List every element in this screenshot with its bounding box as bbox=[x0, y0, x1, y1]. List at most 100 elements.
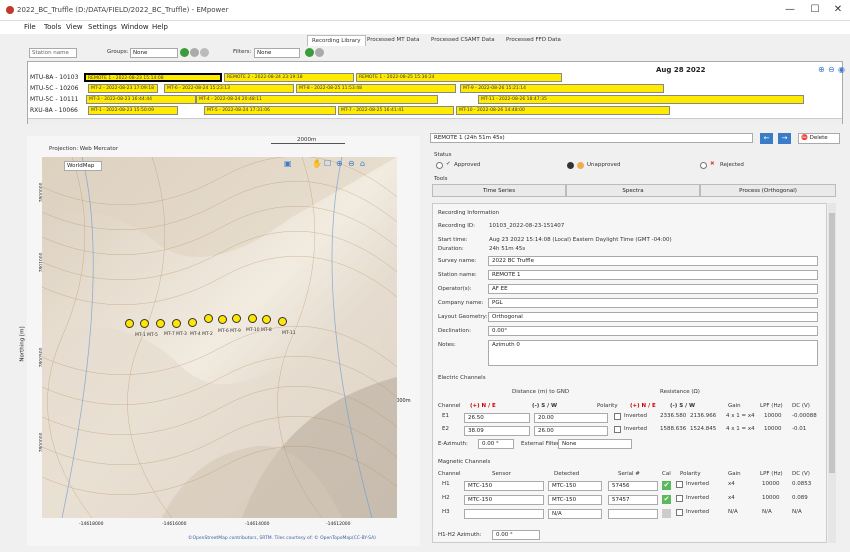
add-filter-icon[interactable] bbox=[305, 48, 314, 57]
menu-view[interactable]: View bbox=[66, 23, 83, 31]
e-minus-distance-input[interactable]: 20.00 bbox=[534, 413, 608, 423]
recording-bar[interactable]: REMOTE 2 - 2022-08-24 23:19:18 bbox=[224, 73, 354, 82]
station-marker[interactable] bbox=[156, 319, 165, 328]
filters-select[interactable]: None bbox=[254, 48, 300, 58]
timeline-scrollbar[interactable] bbox=[28, 118, 842, 124]
station-marker[interactable] bbox=[172, 319, 181, 328]
h-serial-input[interactable] bbox=[608, 509, 658, 519]
menu-window[interactable]: Window bbox=[121, 23, 149, 31]
tab-processed-ffd[interactable]: Processed FFD Data bbox=[502, 35, 565, 46]
zoom-out-icon[interactable]: ⊖ bbox=[348, 159, 355, 168]
home-icon[interactable]: ⌂ bbox=[360, 159, 365, 168]
detail-scroll-area[interactable] bbox=[432, 203, 827, 543]
external-filter-select[interactable]: None bbox=[558, 439, 632, 449]
station-row-label[interactable]: MTU-5C - 10206 bbox=[28, 84, 85, 93]
recording-bar[interactable]: MT-3 - 2022-08-23 16:44:44 bbox=[86, 95, 196, 104]
recording-bar[interactable]: MT-6 - 2022-08-24 15:23:13 bbox=[164, 84, 294, 93]
next-recording-button[interactable]: → bbox=[778, 133, 791, 144]
notes-textarea[interactable]: Azimuth 0 bbox=[488, 340, 818, 366]
close-button[interactable]: ✕ bbox=[826, 3, 850, 17]
h-serial-input[interactable]: 57457 bbox=[608, 495, 658, 505]
h-serial-input[interactable]: 57456 bbox=[608, 481, 658, 491]
remove-group-icon[interactable] bbox=[200, 48, 209, 57]
station-marker[interactable] bbox=[188, 318, 197, 327]
station-row-label[interactable]: MTU-8A - 10103 bbox=[28, 73, 85, 82]
pan-icon[interactable]: ✋ bbox=[312, 159, 322, 168]
basemap-select[interactable]: WorldMap bbox=[64, 161, 102, 171]
edit-filter-icon[interactable] bbox=[315, 48, 324, 57]
h-inverted-checkbox[interactable] bbox=[676, 509, 683, 516]
e-plus-distance-input[interactable]: 38.09 bbox=[464, 426, 530, 436]
recording-select[interactable]: REMOTE 1 (24h 51m 45s) bbox=[430, 133, 753, 143]
company-name-input[interactable]: PGL bbox=[488, 298, 818, 308]
survey-name-input[interactable]: 2022 BC Truffle bbox=[488, 256, 818, 266]
layout-geometry-select[interactable]: Orthogonal bbox=[488, 312, 818, 322]
recording-bar[interactable]: REMOTE 1 - 2022-08-23 15:14:08 bbox=[84, 73, 222, 82]
menu-tools[interactable]: Tools bbox=[44, 23, 61, 31]
e-azimuth-input[interactable]: 0.00 ° bbox=[478, 439, 514, 449]
h-sensor-select[interactable]: MTC-150 bbox=[464, 495, 544, 505]
recording-bar[interactable]: REMOTE 1 - 2022-08-25 15:36:24 bbox=[356, 73, 562, 82]
station-marker[interactable] bbox=[218, 315, 227, 324]
spectra-button[interactable]: Spectra bbox=[566, 184, 700, 197]
minimize-button[interactable]: — bbox=[778, 3, 802, 17]
station-row-label[interactable]: RXU-8A - 10066 bbox=[28, 106, 85, 115]
map-tool-icon[interactable]: ▣ bbox=[284, 159, 292, 168]
recording-bar[interactable]: MT-1 - 2022-08-23 15:50:09 bbox=[88, 106, 178, 115]
unapproved-radio[interactable] bbox=[567, 162, 574, 169]
zoom-box-icon[interactable]: ☐ bbox=[324, 159, 331, 168]
process-button[interactable]: Process (Orthogonal) bbox=[700, 184, 836, 197]
time-series-button[interactable]: Time Series bbox=[432, 184, 566, 197]
edit-group-icon[interactable] bbox=[190, 48, 199, 57]
h-azimuth-input[interactable]: 0.00 ° bbox=[492, 530, 540, 540]
station-marker[interactable] bbox=[140, 319, 149, 328]
e-plus-distance-input[interactable]: 26.50 bbox=[464, 413, 530, 423]
e-inverted-checkbox[interactable] bbox=[614, 413, 621, 420]
recording-bar[interactable]: MT-11 - 2022-08-26 18:47:35 bbox=[478, 95, 804, 104]
menu-help[interactable]: Help bbox=[152, 23, 168, 31]
recording-bar[interactable]: MT-5 - 2022-08-24 17:31:06 bbox=[204, 106, 336, 115]
rejected-radio[interactable] bbox=[700, 162, 707, 169]
topo-map[interactable]: WorldMap ▣ ✋ ☐ ⊕ ⊖ ⌂ MT-1 MT-5 MT-7 MT-3 M… bbox=[42, 157, 397, 518]
groups-select[interactable]: None bbox=[130, 48, 178, 58]
e-inverted-checkbox[interactable] bbox=[614, 426, 621, 433]
zoom-fit-icon[interactable]: ◉ bbox=[838, 65, 845, 74]
prev-recording-button[interactable]: ← bbox=[760, 133, 773, 144]
recording-bar[interactable]: MT-9 - 2022-08-26 15:21:14 bbox=[460, 84, 664, 93]
station-marker[interactable] bbox=[262, 315, 271, 324]
zoom-in-icon[interactable]: ⊕ bbox=[818, 65, 825, 74]
e-minus-distance-input[interactable]: 26.00 bbox=[534, 426, 608, 436]
map-attribution[interactable]: ©OpenStreetMap contributors, SRTM. Tiles… bbox=[188, 536, 376, 541]
recording-timeline[interactable]: Aug 28 2022 ⊕ ⊖ ◉ MTU-8A - 10103 MTU-5C -… bbox=[27, 61, 845, 124]
tab-recording-library[interactable]: Recording Library bbox=[307, 35, 366, 46]
add-group-icon[interactable] bbox=[180, 48, 189, 57]
operator-input[interactable]: AF EE bbox=[488, 284, 818, 294]
station-marker[interactable] bbox=[204, 314, 213, 323]
approved-radio[interactable] bbox=[436, 162, 443, 169]
station-marker[interactable] bbox=[125, 319, 134, 328]
station-marker[interactable] bbox=[278, 317, 287, 326]
station-row-label[interactable]: MTU-5C - 10111 bbox=[28, 95, 85, 104]
recording-bar[interactable]: MT-2 - 2022-08-23 17:09:18 bbox=[88, 84, 158, 93]
h-sensor-select[interactable] bbox=[464, 509, 544, 519]
station-marker[interactable] bbox=[232, 314, 241, 323]
h-inverted-checkbox[interactable] bbox=[676, 481, 683, 488]
menu-file[interactable]: File bbox=[24, 23, 36, 31]
declination-input[interactable]: 0.00° bbox=[488, 326, 818, 336]
h-sensor-select[interactable]: MTC-150 bbox=[464, 481, 544, 491]
station-search-input[interactable]: Station name bbox=[29, 48, 77, 58]
tab-processed-mt[interactable]: Processed MT Data bbox=[363, 35, 423, 46]
station-name-input[interactable]: REMOTE 1 bbox=[488, 270, 818, 280]
recording-bar[interactable]: MT-8 - 2022-08-25 11:53:48 bbox=[296, 84, 456, 93]
station-marker[interactable] bbox=[248, 314, 257, 323]
menu-settings[interactable]: Settings bbox=[88, 23, 117, 31]
delete-button[interactable]: ⛔ Delete bbox=[798, 133, 840, 144]
recording-bar[interactable]: MT-7 - 2022-08-25 16:41:41 bbox=[338, 106, 454, 115]
recording-bar[interactable]: MT-10 - 2022-08-26 14:48:00 bbox=[456, 106, 670, 115]
zoom-out-icon[interactable]: ⊖ bbox=[828, 65, 835, 74]
maximize-button[interactable]: ☐ bbox=[803, 3, 827, 17]
h-inverted-checkbox[interactable] bbox=[676, 495, 683, 502]
recording-bar[interactable]: MT-4 - 2022-08-24 20:48:11 bbox=[196, 95, 438, 104]
zoom-in-icon[interactable]: ⊕ bbox=[336, 159, 343, 168]
detail-scrollbar[interactable] bbox=[828, 203, 836, 543]
